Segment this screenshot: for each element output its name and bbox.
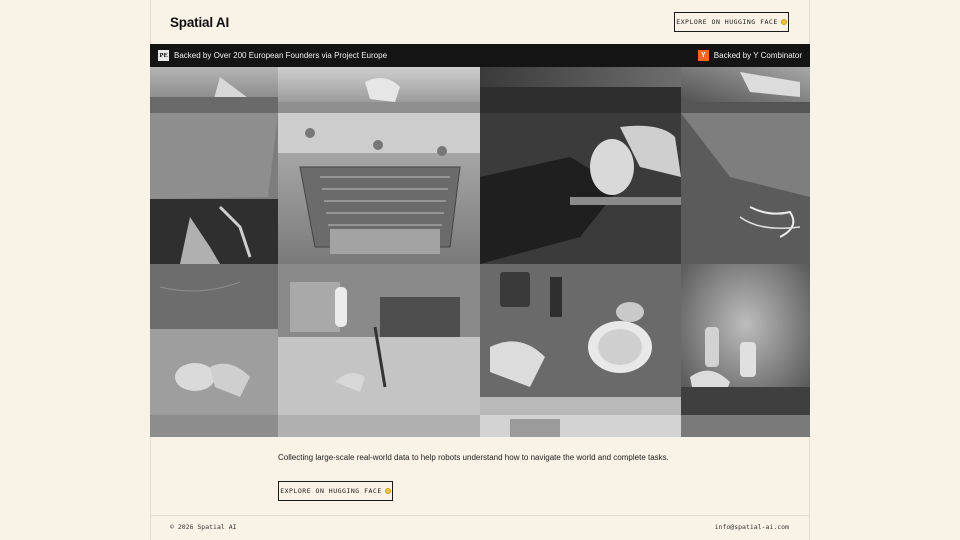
explore-hugging-face-button-main[interactable]: EXPLORE ON HUGGING FACE xyxy=(278,481,393,501)
y-combinator-backing: Y Backed by Y Combinator xyxy=(697,50,802,61)
footer-divider xyxy=(150,515,810,516)
tile-open-oven-rack xyxy=(278,113,480,264)
project-europe-backing: PE Backed by Over 200 European Founders … xyxy=(158,50,387,61)
tile-table-with-cables xyxy=(681,113,810,264)
y-combinator-icon: Y xyxy=(697,50,709,61)
tile-hand-on-shelf xyxy=(681,67,810,113)
tile-kitchen-paper-towel-microwave xyxy=(278,264,480,415)
explore-hugging-face-label: EXPLORE ON HUGGING FACE xyxy=(676,18,778,26)
tile-wooden-cabinet-drawer xyxy=(150,113,278,264)
project-europe-text: Backed by Over 200 European Founders via… xyxy=(174,51,388,60)
video-grid-canvas xyxy=(150,67,810,437)
explore-hugging-face-label: EXPLORE ON HUGGING FACE xyxy=(280,487,382,495)
hugging-face-icon xyxy=(384,488,391,494)
tile-hand-on-counter xyxy=(150,67,278,113)
tile-marble-counter-hands xyxy=(150,264,278,415)
tile-hand-reaching-sink xyxy=(278,67,480,113)
tile-bottom-strip-1 xyxy=(150,415,278,437)
backers-banner: PE Backed by Over 200 European Founders … xyxy=(150,44,810,67)
project-europe-icon: PE xyxy=(158,50,169,61)
copyright: © 2026 Spatial AI xyxy=(170,523,237,531)
video-grid xyxy=(150,67,810,437)
hugging-face-icon xyxy=(780,19,787,25)
tile-bottom-strip-2 xyxy=(278,415,480,437)
tile-dark-kitchen-top xyxy=(480,67,681,113)
contact-email-link[interactable]: info@spatial-ai.com xyxy=(715,523,789,531)
logo[interactable]: Spatial AI xyxy=(170,15,229,30)
tile-bottom-strip-4 xyxy=(681,415,810,437)
tagline: Collecting large-scale real-world data t… xyxy=(278,453,669,462)
y-combinator-text: Backed by Y Combinator xyxy=(713,51,802,60)
explore-hugging-face-button-top[interactable]: EXPLORE ON HUGGING FACE xyxy=(674,12,789,32)
tile-hands-with-dishes xyxy=(480,264,681,415)
tile-hand-with-bottles xyxy=(681,264,810,415)
site-header: Spatial AI EXPLORE ON HUGGING FACE xyxy=(150,0,810,44)
tile-bottom-strip-3 xyxy=(480,415,681,437)
tile-hand-holding-jar xyxy=(480,113,681,264)
